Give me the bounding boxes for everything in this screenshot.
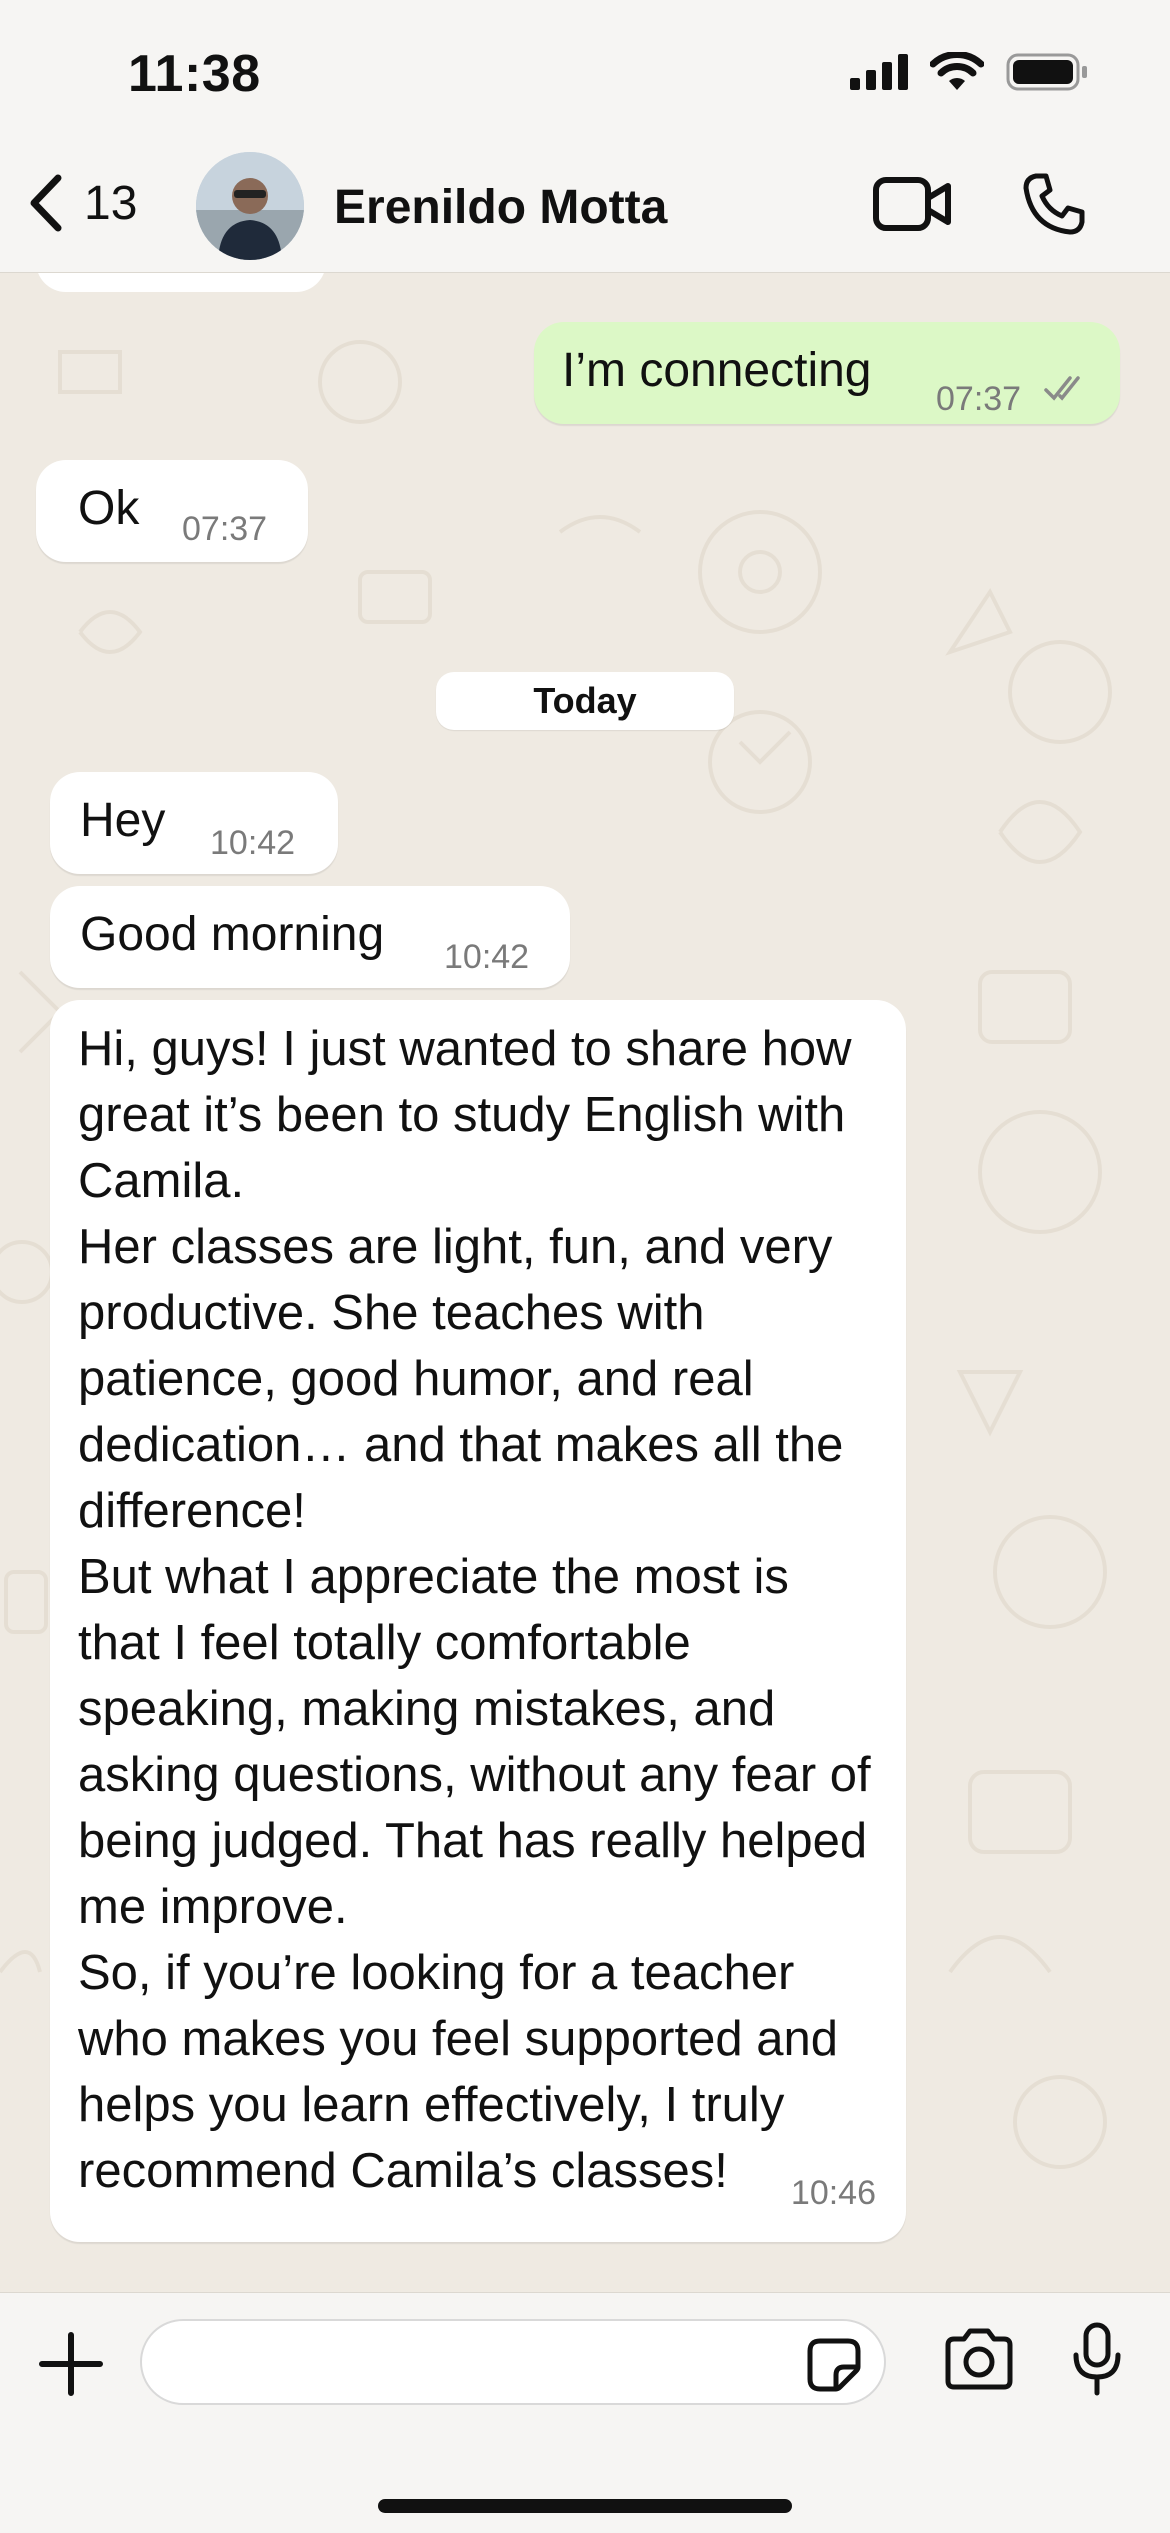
sticker-icon xyxy=(807,2338,861,2392)
wifi-icon xyxy=(930,52,984,90)
avatar-photo xyxy=(196,152,304,260)
message-input[interactable] xyxy=(140,2319,886,2405)
battery-icon xyxy=(1006,53,1087,91)
status-time: 11:38 xyxy=(128,45,261,103)
previous-message-fragment xyxy=(36,272,326,292)
message-text: Hey xyxy=(80,794,166,847)
message-text: Hi, guys! I just wanted to share how gre… xyxy=(78,1022,871,2198)
voice-call-button[interactable] xyxy=(1020,170,1088,243)
double-check-icon xyxy=(1044,376,1080,401)
message-time: 07:37 xyxy=(936,380,1022,418)
message-incoming[interactable]: Hi, guys! I just wanted to share how gre… xyxy=(50,1000,906,2242)
status-icons xyxy=(850,52,1090,92)
message-time: 07:37 xyxy=(182,510,268,548)
contact-name[interactable]: Erenildo Motta xyxy=(334,180,667,235)
phone-icon xyxy=(1023,173,1085,235)
unread-count: 13 xyxy=(84,176,138,230)
message-incoming[interactable]: Hey 10:42 xyxy=(50,772,338,874)
back-button[interactable]: 13 xyxy=(26,172,137,234)
sticker-button[interactable] xyxy=(806,2337,862,2398)
camera-icon xyxy=(945,2328,1013,2390)
message-text: Good morning xyxy=(80,908,385,961)
date-divider: Today xyxy=(436,672,734,730)
top-bar: 11:38 13 Erenildo Motta xyxy=(0,0,1170,273)
message-incoming[interactable]: Ok 07:37 xyxy=(36,460,308,562)
back-chevron-icon xyxy=(30,174,62,232)
attach-button[interactable] xyxy=(36,2329,106,2404)
mic-button[interactable] xyxy=(1072,2321,1122,2402)
video-call-button[interactable] xyxy=(872,174,952,239)
home-indicator xyxy=(378,2499,792,2513)
message-text: Ok xyxy=(78,482,140,535)
chat-area[interactable]: I’m connecting 07:37 Ok 07:37 Today Hey … xyxy=(0,272,1170,2292)
avatar[interactable] xyxy=(196,152,304,260)
message-time: 10:42 xyxy=(444,938,530,976)
chat-header: 13 Erenildo Motta xyxy=(0,150,1170,262)
message-incoming[interactable]: Good morning 10:42 xyxy=(50,886,570,988)
composer-bar xyxy=(0,2292,1170,2533)
camera-button[interactable] xyxy=(942,2327,1016,2396)
message-time: 10:46 xyxy=(790,2174,876,2212)
plus-icon xyxy=(39,2332,103,2396)
video-call-icon xyxy=(873,177,951,231)
message-outgoing[interactable]: I’m connecting 07:37 xyxy=(534,322,1120,424)
mic-icon xyxy=(1073,2322,1121,2396)
message-time: 10:42 xyxy=(210,824,296,862)
signal-icon xyxy=(850,54,908,90)
message-text: I’m connecting xyxy=(562,344,872,397)
